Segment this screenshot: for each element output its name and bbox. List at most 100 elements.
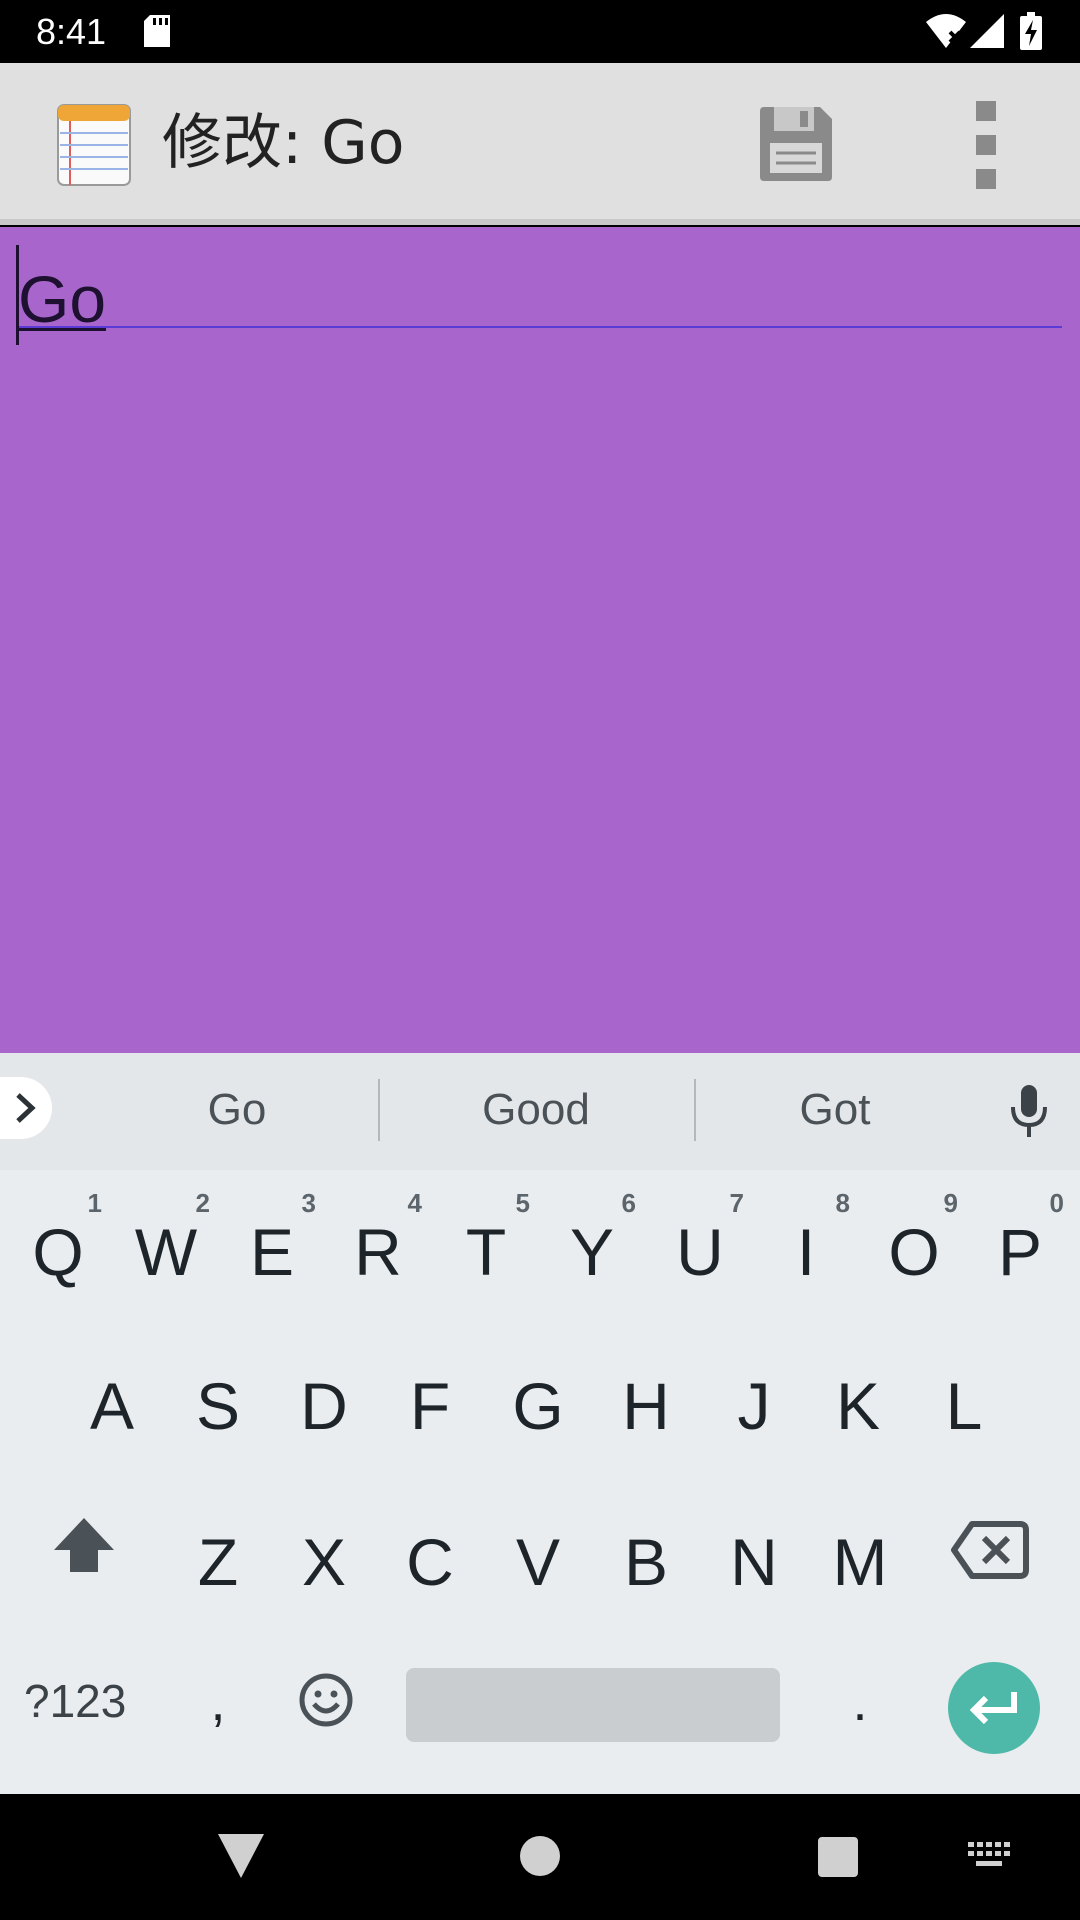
key-hint: 4: [407, 1188, 422, 1218]
key-label: W: [134, 1215, 198, 1289]
key-l[interactable]: L: [910, 1324, 1018, 1464]
page-title: 修改: Go: [162, 108, 405, 178]
home-icon[interactable]: [520, 1836, 560, 1876]
symbols-key[interactable]: ?123: [24, 1666, 144, 1736]
suggestion-item[interactable]: Got: [720, 1083, 950, 1137]
more-vert-icon: [976, 101, 996, 189]
back-button[interactable]: [218, 1834, 264, 1883]
key-label: D: [300, 1369, 348, 1443]
shift-icon: [54, 1518, 114, 1572]
key-label: Q: [32, 1215, 84, 1289]
key-label: X: [301, 1525, 347, 1599]
battery-charging-icon: [1020, 12, 1042, 55]
more-options-button[interactable]: [960, 101, 1012, 191]
enter-key[interactable]: [948, 1662, 1040, 1754]
note-editor[interactable]: Go: [0, 227, 1080, 1053]
key-o[interactable]: O9: [860, 1170, 968, 1310]
save-button[interactable]: [756, 103, 836, 185]
key-y[interactable]: Y6: [538, 1170, 646, 1310]
key-a[interactable]: A: [58, 1324, 166, 1464]
key-f[interactable]: F: [376, 1324, 484, 1464]
key-z[interactable]: Z: [164, 1480, 272, 1620]
key-t[interactable]: T5: [432, 1170, 540, 1310]
key-label: L: [945, 1369, 983, 1443]
back-icon: [218, 1834, 264, 1878]
key-e[interactable]: E3: [218, 1170, 326, 1310]
key-u[interactable]: U7: [646, 1170, 754, 1310]
suggestion-divider: [378, 1079, 380, 1141]
key-label: Z: [197, 1525, 239, 1599]
key-k[interactable]: K: [804, 1324, 912, 1464]
key-label: P: [997, 1215, 1043, 1289]
key-w[interactable]: W2: [112, 1170, 220, 1310]
suggestion-bar: Go Good Got: [0, 1053, 1080, 1170]
key-j[interactable]: J: [700, 1324, 808, 1464]
suggestion-divider: [694, 1079, 696, 1141]
expand-suggestions-button[interactable]: [0, 1077, 52, 1139]
key-hint: 7: [729, 1188, 744, 1218]
signal-icon: [970, 14, 1004, 53]
key-hint: 9: [943, 1188, 958, 1218]
key-x[interactable]: X: [270, 1480, 378, 1620]
key-label: O: [888, 1215, 940, 1289]
recents-icon[interactable]: [818, 1837, 858, 1877]
navigation-bar: [0, 1794, 1080, 1920]
key-n[interactable]: N: [700, 1480, 808, 1620]
keyboard-switch-button[interactable]: [968, 1842, 1010, 1875]
suggestion-item[interactable]: Good: [420, 1083, 652, 1137]
key-label: F: [409, 1369, 451, 1443]
emoji-key[interactable]: [296, 1670, 356, 1730]
key-r[interactable]: R4: [324, 1170, 432, 1310]
key-b[interactable]: B: [592, 1480, 700, 1620]
key-q[interactable]: Q1: [4, 1170, 112, 1310]
key-hint: 0: [1049, 1188, 1064, 1218]
key-label: E: [249, 1215, 295, 1289]
key-label: R: [354, 1215, 402, 1289]
key-label: C: [406, 1525, 454, 1599]
voice-input-button[interactable]: [1004, 1083, 1054, 1139]
key-g[interactable]: G: [484, 1324, 592, 1464]
note-text[interactable]: Go: [18, 257, 106, 341]
key-label: T: [465, 1215, 507, 1289]
shift-key[interactable]: [34, 1510, 134, 1590]
key-i[interactable]: I8: [752, 1170, 860, 1310]
key-p[interactable]: P0: [966, 1170, 1074, 1310]
period-key[interactable]: .: [820, 1662, 900, 1742]
app-bar: 修改: Go: [0, 63, 1080, 225]
key-v[interactable]: V: [484, 1480, 592, 1620]
key-label: A: [89, 1369, 135, 1443]
key-hint: 3: [301, 1188, 316, 1218]
suggestion-item[interactable]: Go: [122, 1083, 352, 1137]
key-d[interactable]: D: [270, 1324, 378, 1464]
sd-card-icon: [144, 15, 170, 52]
key-label: I: [796, 1215, 816, 1289]
keyboard-switch-icon: [968, 1842, 1010, 1866]
key-label: S: [195, 1369, 241, 1443]
key-label: M: [832, 1525, 888, 1599]
save-icon: [760, 107, 832, 181]
key-c[interactable]: C: [376, 1480, 484, 1620]
comma-key[interactable]: ,: [178, 1662, 258, 1742]
key-label: B: [623, 1525, 669, 1599]
backspace-key[interactable]: [950, 1510, 1030, 1590]
key-label: U: [676, 1215, 724, 1289]
key-hint: 1: [87, 1188, 102, 1218]
key-m[interactable]: M: [806, 1480, 914, 1620]
key-h[interactable]: H: [592, 1324, 700, 1464]
key-label: Y: [569, 1215, 615, 1289]
notepad-icon: [56, 101, 132, 187]
microphone-icon: [1011, 1085, 1047, 1137]
status-time: 8:41: [36, 11, 107, 52]
note-line: [18, 326, 1062, 328]
key-hint: 5: [515, 1188, 530, 1218]
key-hint: 2: [195, 1188, 210, 1218]
key-hint: 6: [621, 1188, 636, 1218]
space-key[interactable]: [406, 1668, 780, 1742]
chevron-right-icon: [16, 1093, 36, 1123]
key-label: K: [835, 1369, 881, 1443]
key-s[interactable]: S: [164, 1324, 272, 1464]
key-label: H: [622, 1369, 670, 1443]
key-label: V: [515, 1525, 561, 1599]
key-label: N: [730, 1525, 778, 1599]
backspace-icon: [951, 1521, 1029, 1579]
